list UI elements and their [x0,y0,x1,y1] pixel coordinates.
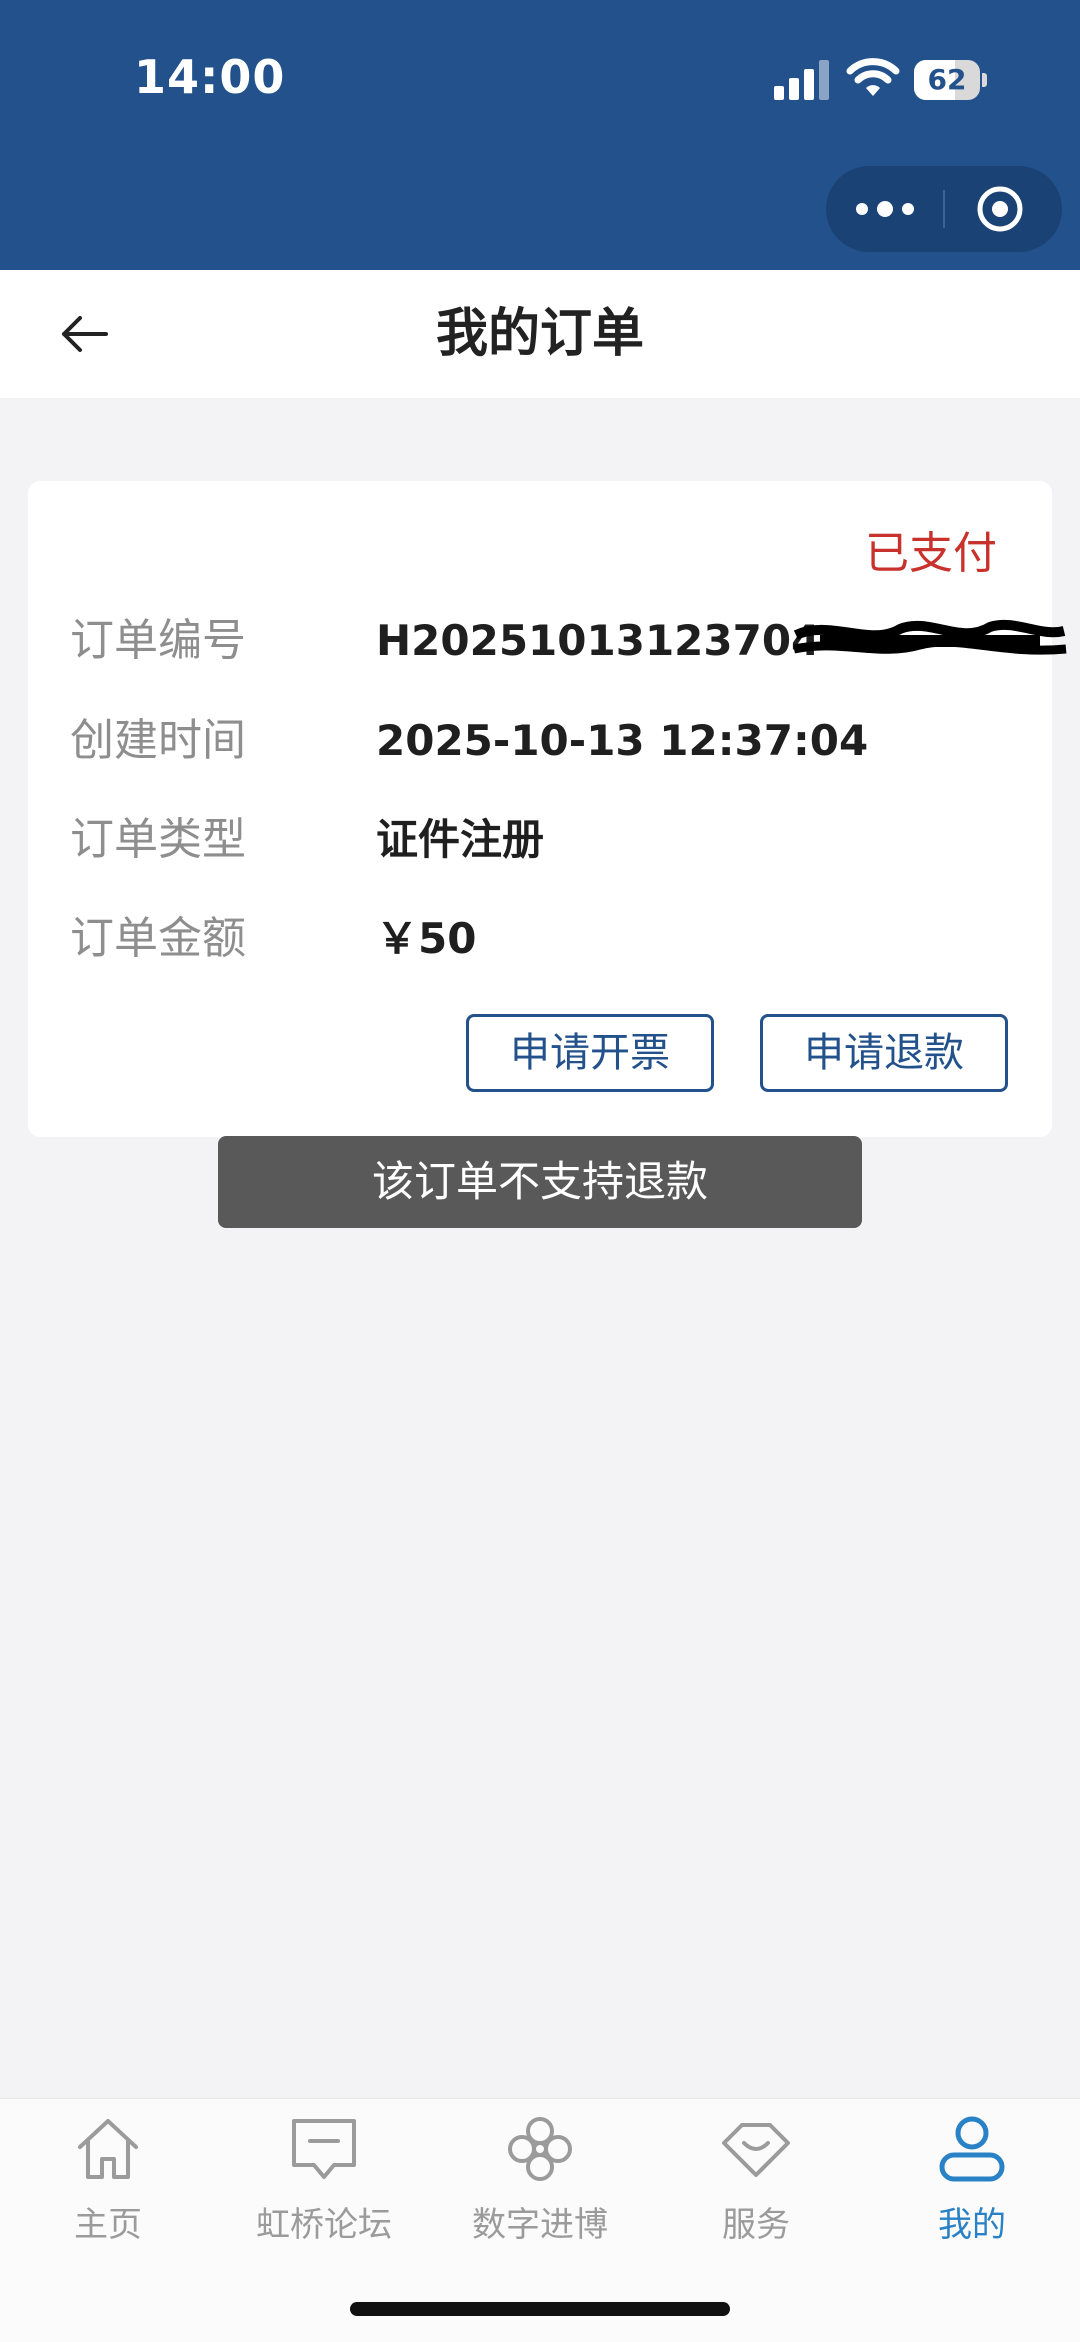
created-time-label: 创建时间 [70,715,246,766]
order-card: 已支付 订单编号 H20251013123704 创建时间 2025-10-13… [28,481,1067,1137]
user-icon [939,2116,1005,2182]
close-miniprogram-icon[interactable] [976,185,1024,233]
toast-message: 该订单不支持退款 [218,1136,862,1228]
order-amount-label: 订单金额 [70,913,246,964]
order-type-label: 订单类型 [70,814,246,865]
redaction-scribble [793,619,1067,655]
more-options-button[interactable] [826,166,943,252]
home-icon [78,2119,138,2179]
tab-home[interactable]: 主页 [0,2113,216,2263]
battery-indicator: 62 [914,60,987,100]
tab-service[interactable]: 服务 [648,2113,864,2263]
nav-bar: 我的订单 [0,270,1080,398]
miniprogram-capsule [826,166,1062,252]
tab-digital-expo-label: 数字进博 [472,2205,608,2245]
order-amount-value: ￥50 [376,914,477,963]
apply-invoice-button[interactable]: 申请开票 [466,1014,714,1092]
tab-service-label: 服务 [722,2205,790,2245]
wifi-icon [846,58,900,96]
created-time-value: 2025-10-13 12:37:04 [376,716,869,765]
status-bar: 14:00 62 [0,0,1080,270]
tab-mine[interactable]: 我的 [864,2113,1080,2263]
order-status: 已支付 [865,528,997,579]
diamond-icon [722,2123,790,2177]
page-title: 我的订单 [435,304,644,364]
order-number-label: 订单编号 [70,615,246,666]
tab-forum-label: 虹桥论坛 [256,2205,392,2245]
back-arrow-icon[interactable] [56,306,112,362]
forum-icon [292,2119,356,2179]
order-type-value: 证件注册 [376,815,545,864]
home-indicator [350,2302,730,2316]
tab-digital-expo[interactable]: 数字进博 [432,2113,648,2263]
cellular-signal-icon [774,60,829,100]
apply-refund-button[interactable]: 申请退款 [760,1014,1008,1092]
clover-icon [508,2117,572,2181]
order-number-value: H20251013123704 [376,616,821,665]
tab-home-label: 主页 [74,2205,142,2245]
tab-forum[interactable]: 虹桥论坛 [216,2113,432,2263]
battery-level: 62 [927,63,967,96]
tab-mine-label: 我的 [938,2205,1006,2245]
clock: 14:00 [134,50,286,104]
